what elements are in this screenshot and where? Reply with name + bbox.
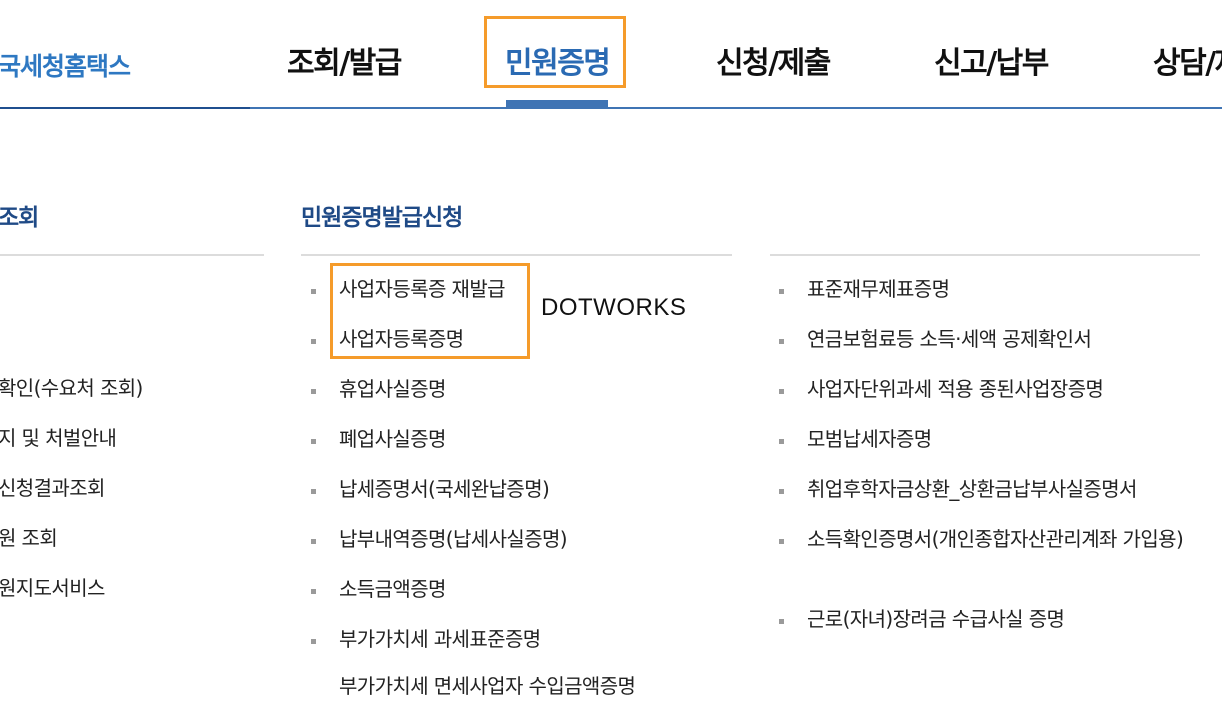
menu-item-vat-exempt-revenue-cert[interactable]: 부가가치세 면세사업자 수입금액증명 — [339, 671, 636, 701]
bullet-icon — [311, 589, 316, 594]
left-menu-item-4[interactable]: 원 조회 — [0, 523, 58, 553]
middle-column-divider — [301, 254, 732, 256]
menu-item-closure-suspension-cert[interactable]: 휴업사실증명 — [339, 374, 446, 404]
bullet-icon — [311, 639, 316, 644]
nav-application-submission[interactable]: 신청/제출 — [716, 38, 831, 82]
logo-underline — [0, 107, 250, 109]
bullet-icon — [779, 539, 784, 544]
bullet-icon — [311, 489, 316, 494]
bullet-icon — [311, 389, 316, 394]
middle-column-title: 민원증명발급신청 — [301, 205, 463, 231]
left-menu-item-3[interactable]: 신청결과조회 — [0, 473, 105, 503]
item-highlight-box — [330, 263, 530, 359]
nav-report-payment[interactable]: 신고/납부 — [934, 38, 1049, 82]
menu-item-payment-history-cert[interactable]: 납부내역증명(납세사실증명) — [339, 524, 568, 554]
bullet-icon — [311, 289, 316, 294]
left-column-divider — [0, 254, 264, 256]
menu-item-vat-tax-base-cert[interactable]: 부가가치세 과세표준증명 — [339, 624, 541, 654]
menu-item-pension-deduction-confirmation[interactable]: 연금보험료등 소득·세액 공제확인서 — [807, 324, 1092, 354]
bullet-icon — [779, 619, 784, 624]
nav-highlight-box — [484, 16, 626, 88]
site-logo[interactable]: 국세청홈택스 — [0, 47, 131, 83]
menu-item-tax-payment-cert[interactable]: 납세증명서(국세완납증명) — [339, 474, 550, 504]
left-menu-item-2[interactable]: 지 및 처벌안내 — [0, 423, 117, 453]
right-column-divider — [770, 254, 1200, 256]
left-menu-item-1[interactable]: 확인(수요처 조회) — [0, 373, 143, 403]
annotation-label: DOTWORKS — [541, 294, 687, 321]
menu-item-income-amount-cert[interactable]: 소득금액증명 — [339, 574, 446, 604]
menu-item-financial-statement-cert[interactable]: 표준재무제표증명 — [807, 274, 950, 304]
bullet-icon — [311, 439, 316, 444]
menu-item-business-closure-cert[interactable]: 폐업사실증명 — [339, 424, 446, 454]
bullet-icon — [311, 339, 316, 344]
header: 국세청홈택스 조회/발급 민원증명 신청/제출 신고/납부 상담/제보 — [0, 0, 1222, 109]
bullet-icon — [311, 539, 316, 544]
bullet-icon — [779, 489, 784, 494]
bullet-icon — [779, 289, 784, 294]
menu-item-model-taxpayer-cert[interactable]: 모범납세자증명 — [807, 424, 932, 454]
nav-inquiry-issuance[interactable]: 조회/발급 — [287, 38, 402, 82]
left-column-title: 조회 — [0, 205, 39, 231]
menu-item-earned-income-credit-cert[interactable]: 근로(자녀)장려금 수급사실 증명 — [807, 604, 1065, 634]
menu-item-branch-business-cert[interactable]: 사업자단위과세 적용 종된사업장증명 — [807, 374, 1104, 404]
bullet-icon — [779, 389, 784, 394]
menu-item-student-loan-repayment-cert[interactable]: 취업후학자금상환_상환금납부사실증명서 — [807, 474, 1137, 504]
nav-consult-report[interactable]: 상담/제보 — [1153, 38, 1222, 82]
bullet-icon — [779, 339, 784, 344]
left-menu-item-5[interactable]: 원지도서비스 — [0, 573, 105, 603]
bullet-icon — [779, 439, 784, 444]
menu-item-isa-income-confirmation[interactable]: 소득확인증명서(개인종합자산관리계좌 가입용) — [807, 524, 1202, 554]
